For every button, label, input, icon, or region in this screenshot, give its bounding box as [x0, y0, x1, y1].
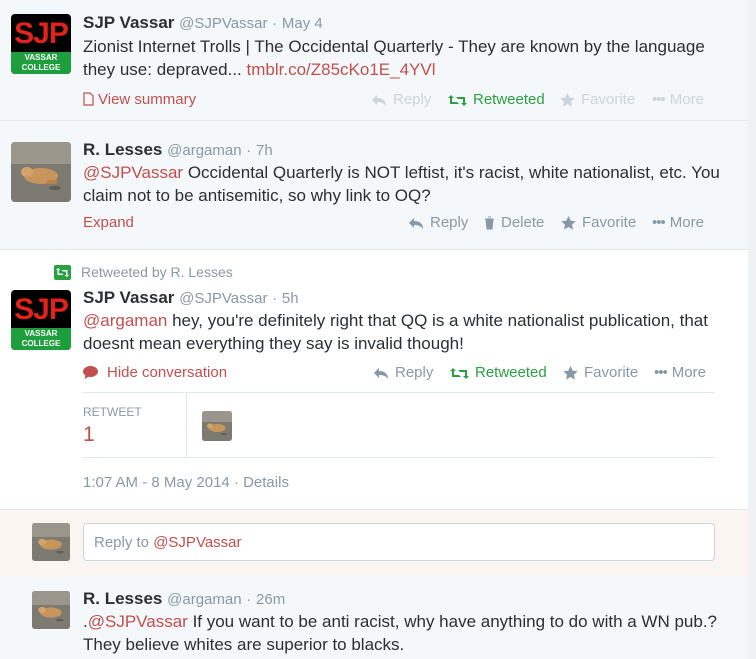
tweet-text-content: hey, you're definitely right that QQ is … — [83, 311, 708, 353]
reply-icon — [409, 218, 423, 229]
tweet-header: SJP Vassar @SJPVassar · May 4 — [83, 13, 323, 33]
avatar[interactable]: SJP VASSAR COLLEGE — [11, 14, 71, 74]
favorite-button[interactable]: Favorite — [560, 91, 635, 108]
tweet-text: @argaman hey, you're definitely right th… — [83, 309, 733, 355]
avatar-college-text: VASSAR COLLEGE — [11, 328, 71, 350]
star-icon — [561, 216, 576, 230]
separator-dot: · — [246, 142, 252, 159]
dog-photo-icon — [32, 591, 70, 629]
tweet-time[interactable]: 7h — [256, 142, 273, 159]
user-name[interactable]: SJP Vassar — [83, 13, 174, 32]
tweet-header: R. Lesses @argaman · 26m — [83, 589, 285, 609]
star-icon — [563, 366, 578, 380]
mention-link[interactable]: @SJPVassar — [88, 612, 188, 631]
tweet-actions: Reply Retweeted Favorite ••• More — [0, 364, 748, 384]
tweet-time[interactable]: 26m — [256, 591, 285, 608]
avatar[interactable] — [11, 142, 71, 202]
dog-photo-icon — [32, 523, 70, 561]
dog-photo-icon — [202, 411, 232, 441]
retweet-badge-icon — [54, 265, 71, 283]
retweet-icon — [448, 95, 467, 106]
star-icon — [560, 93, 575, 107]
reply-button[interactable]: Reply — [373, 364, 433, 381]
retweeted-button[interactable]: Retweeted — [450, 364, 547, 381]
more-dots-icon: ••• — [652, 91, 666, 108]
retweeter-avatar[interactable] — [202, 411, 232, 441]
scrollbar[interactable] — [748, 0, 756, 659]
reply-button[interactable]: Reply — [408, 214, 468, 231]
reply-icon — [374, 368, 388, 379]
tweet-time[interactable]: 5h — [282, 290, 299, 307]
tweet-link[interactable]: tmblr.co/Z85cKo1E_4YVl — [247, 60, 436, 79]
tweet-2[interactable]: R. Lesses @argaman · 7h @SJPVassar Occid… — [0, 121, 748, 250]
reply-input[interactable]: Reply to @SJPVassar — [83, 523, 715, 561]
favorite-button[interactable]: Favorite — [561, 214, 636, 231]
user-handle[interactable]: @argaman — [167, 591, 241, 608]
avatar-logo-text: SJP — [14, 293, 69, 326]
more-button[interactable]: ••• More — [652, 214, 704, 231]
avatar-logo-text: SJP — [14, 17, 69, 50]
reply-placeholder: Reply to — [94, 534, 154, 551]
more-dots-icon: ••• — [654, 364, 668, 381]
tweet-actions: Reply Delete Favorite ••• More — [0, 214, 748, 234]
timestamp-text[interactable]: 1:07 AM - 8 May 2014 — [83, 474, 230, 491]
tweet-header: SJP Vassar @SJPVassar · 5h — [83, 288, 299, 308]
current-user-avatar — [32, 523, 70, 561]
dog-photo-icon — [11, 142, 71, 202]
retweet-icon — [450, 368, 469, 379]
stats-divider — [186, 393, 187, 457]
user-handle[interactable]: @SJPVassar — [179, 290, 267, 307]
user-name[interactable]: SJP Vassar — [83, 288, 174, 307]
favorite-button[interactable]: Favorite — [563, 364, 638, 381]
tweet-actions: Reply Retweeted Favorite ••• More — [0, 91, 748, 111]
reply-mention: @SJPVassar — [153, 534, 242, 551]
tweet-text: .@SJPVassar If you want to be anti racis… — [83, 610, 733, 656]
tweet-header: R. Lesses @argaman · 7h — [83, 140, 273, 160]
tweet-3-expanded[interactable]: Retweeted by R. Lesses SJP VASSAR COLLEGE… — [0, 250, 748, 510]
tweet-time[interactable]: May 4 — [282, 15, 323, 32]
more-dots-icon: ••• — [652, 214, 666, 231]
reply-box: Reply to @SJPVassar — [0, 509, 748, 577]
tweet-stats: RETWEET 1 — [83, 392, 715, 458]
user-name[interactable]: R. Lesses — [83, 140, 162, 159]
avatar[interactable] — [32, 591, 70, 629]
avatar-college-text: VASSAR COLLEGE — [11, 52, 71, 74]
trash-icon — [485, 216, 494, 230]
details-link[interactable]: Details — [243, 474, 289, 491]
retweet-count-label[interactable]: RETWEET — [83, 405, 142, 419]
separator-dot: · — [272, 290, 278, 307]
retweeted-by-label[interactable]: Retweeted by R. Lesses — [81, 264, 233, 280]
avatar[interactable]: SJP VASSAR COLLEGE — [11, 290, 71, 350]
separator-dot: · — [272, 15, 278, 32]
delete-button[interactable]: Delete — [484, 214, 544, 231]
more-button[interactable]: ••• More — [652, 91, 704, 108]
mention-link[interactable]: @argaman — [83, 311, 167, 330]
reply-button[interactable]: Reply — [371, 91, 431, 108]
mention-link[interactable]: @SJPVassar — [83, 163, 183, 182]
retweeted-button[interactable]: Retweeted — [448, 91, 545, 108]
user-handle[interactable]: @SJPVassar — [179, 15, 267, 32]
separator-dot: · — [246, 591, 252, 608]
retweeted-by-context: Retweeted by R. Lesses — [54, 264, 233, 283]
tweet-text: @SJPVassar Occidental Quarterly is NOT l… — [83, 161, 733, 207]
reply-icon — [372, 95, 386, 106]
tweet-4[interactable]: R. Lesses @argaman · 26m .@SJPVassar If … — [0, 576, 748, 659]
tweet-text: Zionist Internet Trolls | The Occidental… — [83, 35, 733, 81]
user-name[interactable]: R. Lesses — [83, 589, 162, 608]
tweet-1[interactable]: SJP VASSAR COLLEGE SJP Vassar @SJPVassar … — [0, 0, 748, 121]
retweet-count[interactable]: 1 — [83, 423, 95, 447]
more-button[interactable]: ••• More — [654, 364, 706, 381]
user-handle[interactable]: @argaman — [167, 142, 241, 159]
tweet-timestamp: 1:07 AM - 8 May 2014 · Details — [83, 474, 289, 491]
